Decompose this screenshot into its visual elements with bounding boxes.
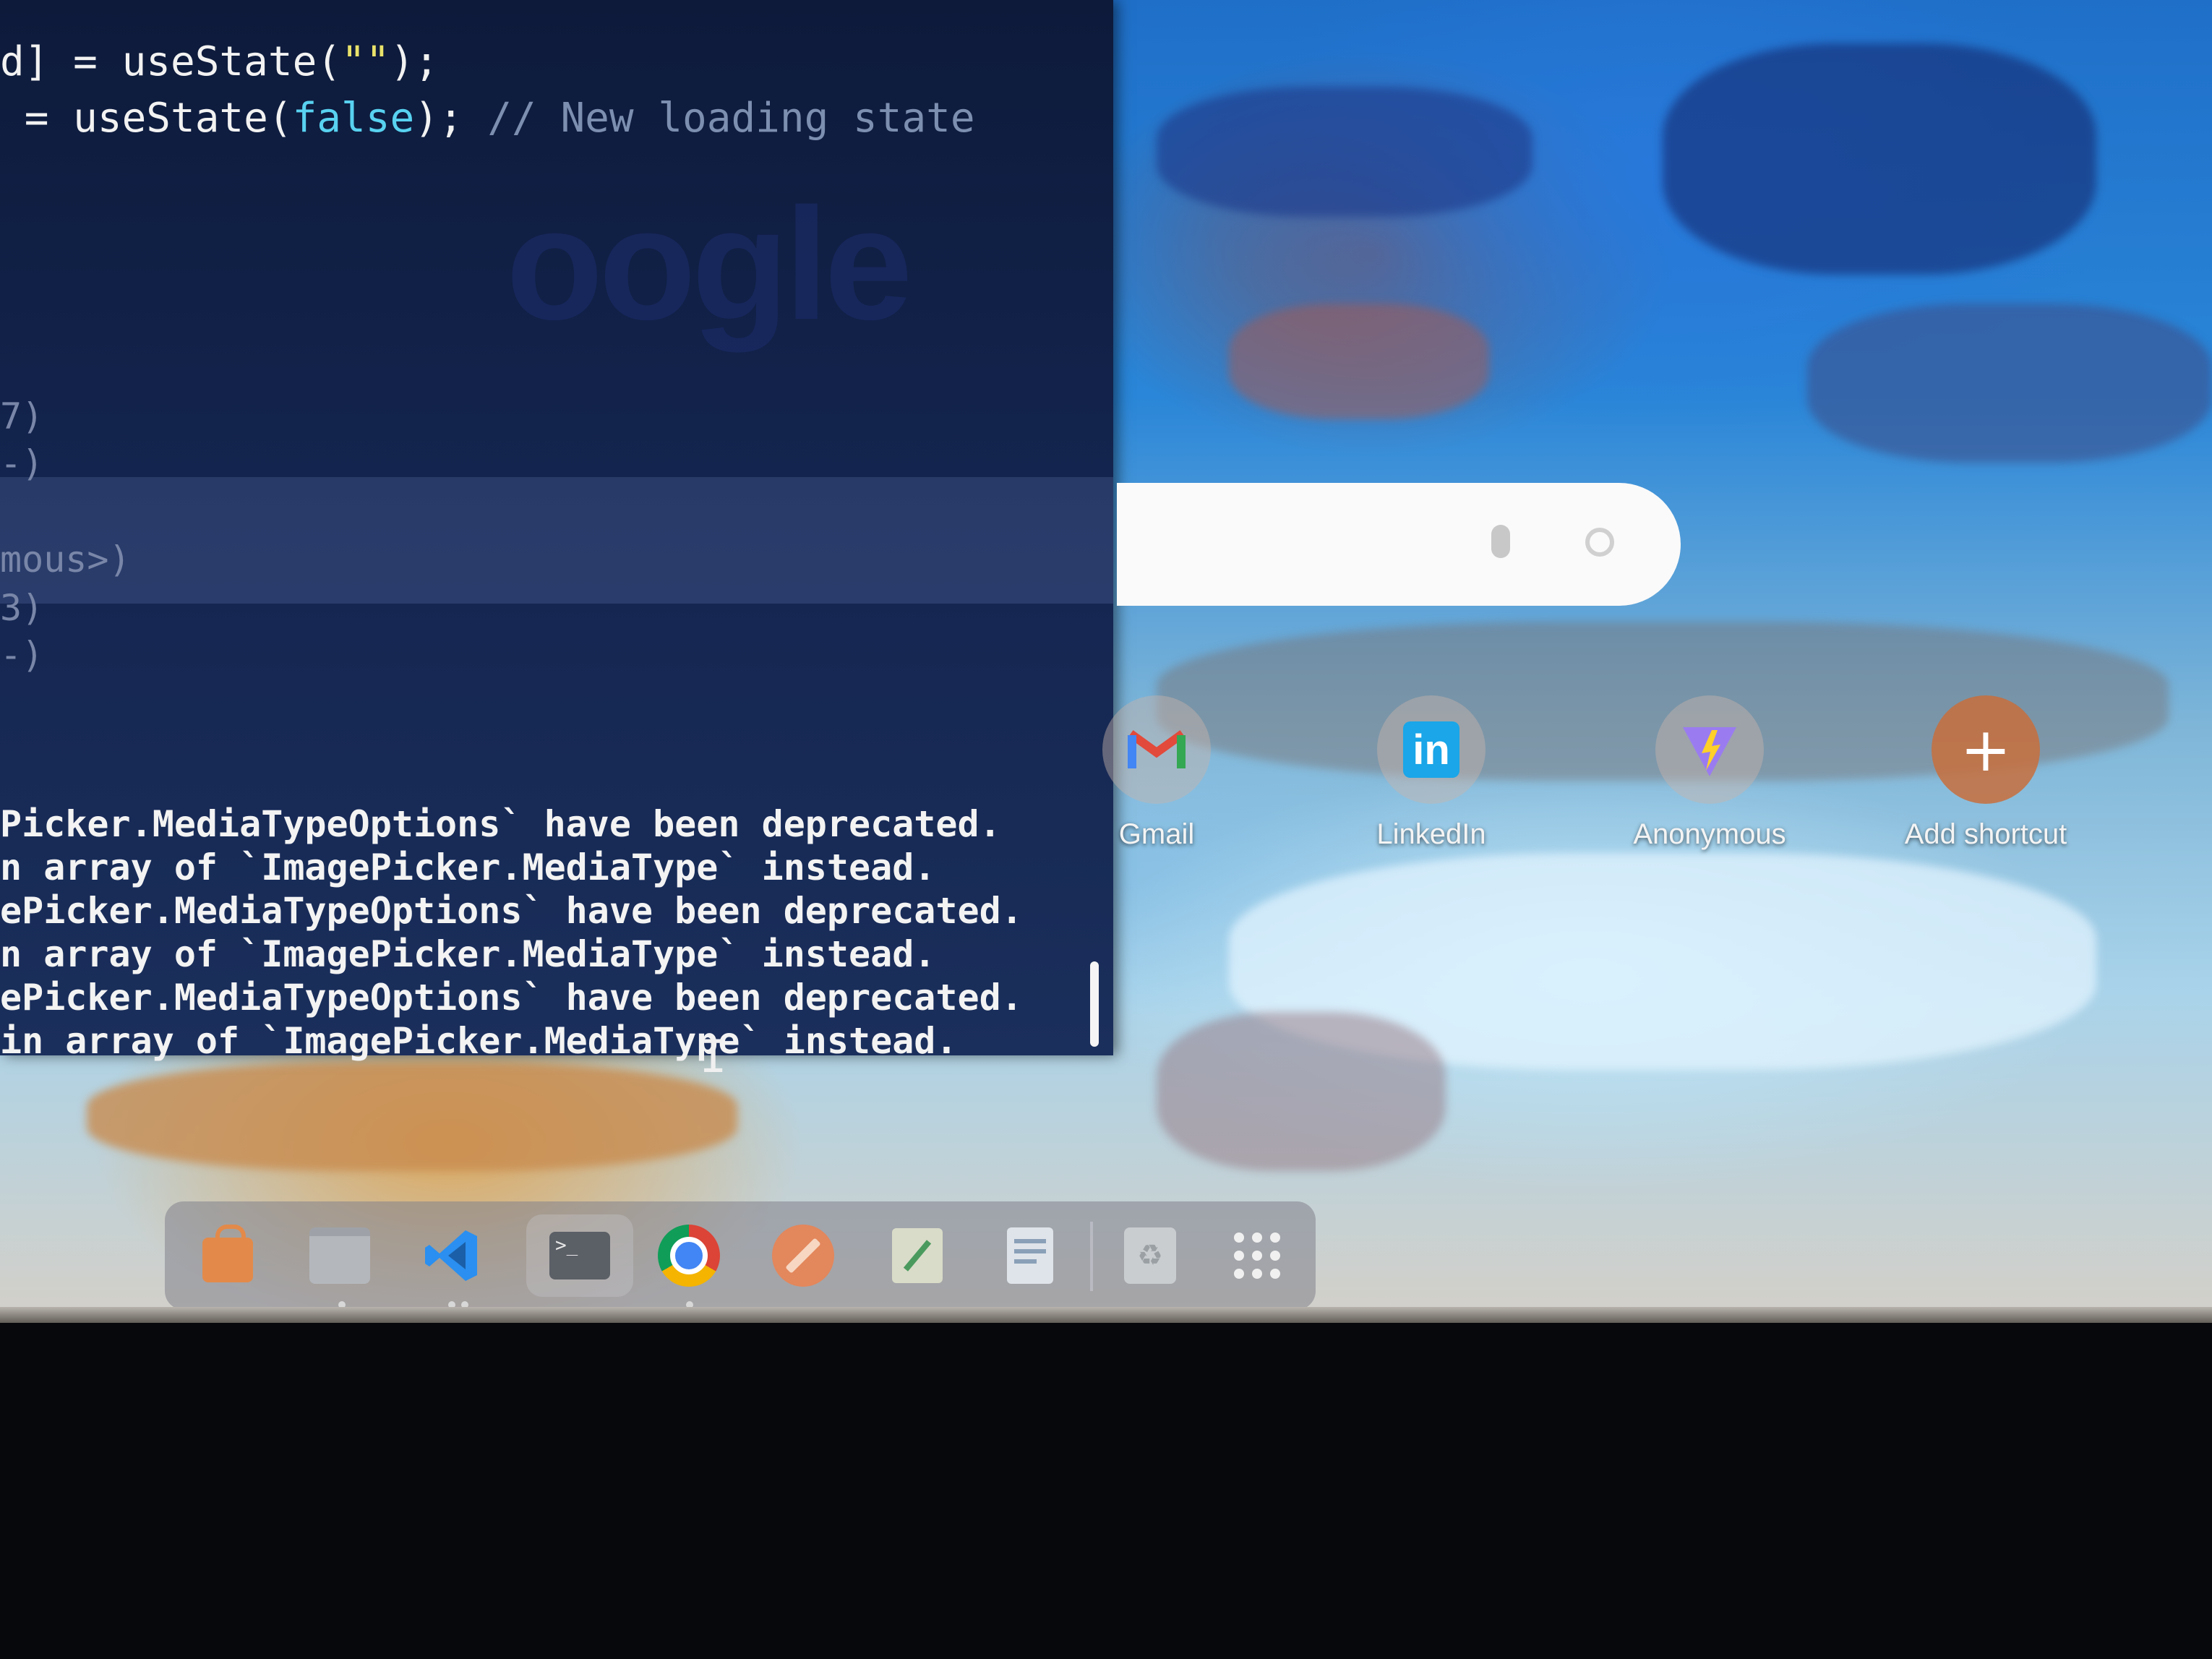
shortcut-label: Anonymous [1633, 818, 1786, 850]
wallpaper-detail [87, 1063, 737, 1171]
linkedin-icon: in [1377, 695, 1486, 804]
vscode-icon[interactable] [419, 1223, 484, 1288]
log-line: Picker.MediaTypeOptions` have been depre… [0, 803, 1001, 845]
pencil-icon[interactable] [771, 1223, 836, 1288]
warning-log: Picker.MediaTypeOptions` have been depre… [0, 759, 1023, 1063]
trace-line: 3) [0, 587, 44, 629]
shortcut-add[interactable]: + Add shortcut [1903, 695, 2069, 851]
shortcut-label: Add shortcut [1904, 818, 2067, 850]
trash-icon[interactable]: ♻ [1118, 1223, 1183, 1288]
mic-icon[interactable] [1491, 525, 1510, 558]
highlighted-band [0, 477, 1113, 604]
wallpaper-detail [1157, 87, 1532, 217]
google-search-box[interactable] [1117, 483, 1681, 606]
shopping-bag-icon[interactable] [195, 1223, 260, 1288]
background-logo-ghost: oogle [506, 175, 913, 353]
log-line: n array of `ImagePicker.MediaType` inste… [0, 846, 936, 888]
wallpaper-detail [1157, 1012, 1446, 1171]
monitor-bezel [0, 1307, 2212, 1323]
google-lens-icon[interactable] [1585, 528, 1614, 557]
shortcut-linkedin[interactable]: in LinkedIn [1348, 695, 1514, 851]
text-editor-icon[interactable] [885, 1223, 950, 1288]
terminal-scrollbar[interactable] [1090, 961, 1099, 1047]
dock: >_ ♻ [165, 1201, 1316, 1310]
trace-line: mous>) [0, 539, 131, 580]
shortcut-label: LinkedIn [1376, 818, 1486, 850]
code-line-1: d] = useState(""); [0, 38, 439, 85]
code-line-2: = useState(false); // New loading state [0, 95, 975, 142]
document-icon[interactable] [998, 1223, 1063, 1288]
log-line: ePicker.MediaTypeOptions` have been depr… [0, 977, 1023, 1019]
log-line: ePicker.MediaTypeOptions` have been depr… [0, 890, 1023, 932]
terminal-window[interactable]: oogle ^ d] = useState(""); = useState(fa… [0, 0, 1113, 1083]
plus-icon: + [1932, 695, 2040, 804]
shortcut-gmail[interactable]: Gmail [1073, 695, 1240, 851]
wallpaper-detail [1663, 43, 2096, 275]
gmail-icon [1102, 695, 1211, 804]
terminal-icon[interactable]: >_ [526, 1214, 633, 1297]
log-line: n array of `ImagePicker.MediaType` inste… [0, 933, 936, 975]
shortcut-label: Gmail [1118, 818, 1195, 850]
wallpaper-detail [1807, 304, 2212, 463]
trace-line: -) [0, 442, 44, 484]
log-line: in array of `ImagePicker.MediaType` inst… [0, 1020, 958, 1062]
trace-line: 7) [0, 395, 44, 437]
trace-line: -) [0, 634, 44, 676]
shortcut-anonymous[interactable]: Anonymous [1626, 695, 1793, 851]
dock-separator [1090, 1222, 1093, 1291]
text-cursor-icon: I [700, 1030, 727, 1083]
vite-icon [1655, 695, 1764, 804]
error-marker-icon: ^ [160, 0, 189, 23]
app-grid-icon[interactable] [1225, 1223, 1290, 1288]
chrome-icon[interactable] [656, 1223, 721, 1288]
wallpaper-detail [1229, 304, 1489, 419]
folder-icon[interactable] [307, 1223, 372, 1288]
desktop-screen: oogle ^ d] = useState(""); = useState(fa… [0, 0, 2212, 1323]
